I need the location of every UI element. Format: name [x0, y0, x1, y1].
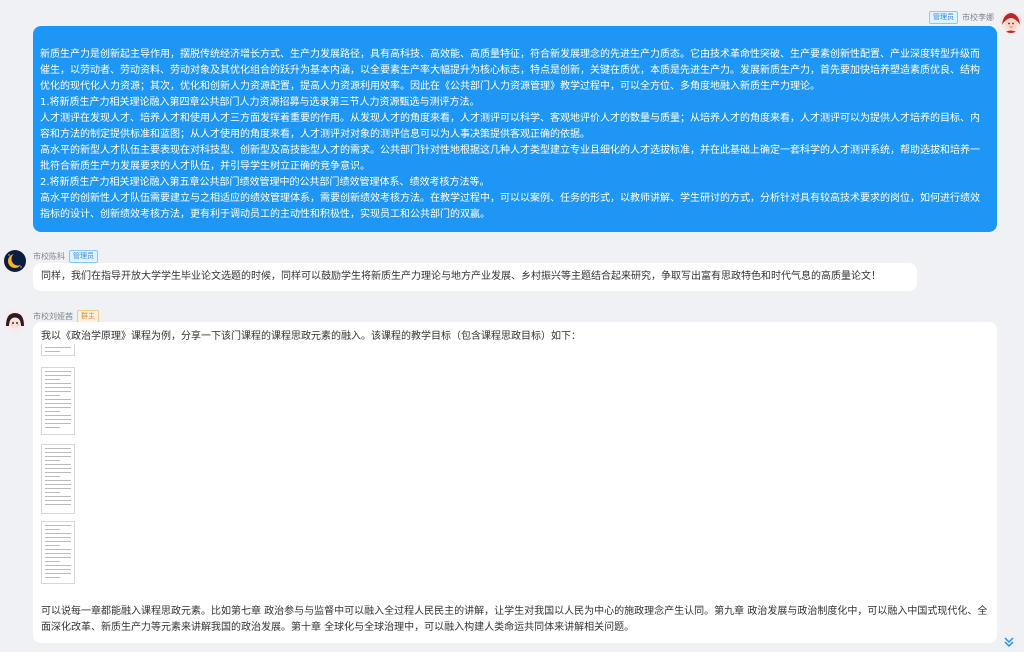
admin-badge: 管理员	[69, 250, 98, 263]
document-image[interactable]	[41, 344, 75, 356]
message-paragraph: 高水平的新型人才队伍主要表现在对科技型、创新型及高技能型人才的需求。公共部门针对…	[40, 145, 980, 172]
message-bubble[interactable]: 新质生产力是创新起主导作用，摆脱传统经济增长方式、生产力发展路径，具有高科技、高…	[33, 26, 997, 232]
message-header: 市校陈科 管理员	[33, 250, 98, 263]
avatar[interactable]	[4, 310, 26, 332]
message-paragraph: 2.将新质生产力相关理论融入第五章公共部门绩效管理中的公共部门绩效管理体系、绩效…	[40, 177, 490, 188]
document-image[interactable]	[41, 444, 75, 514]
admin-badge: 管理员	[929, 11, 958, 24]
double-chevron-down-icon[interactable]	[1002, 636, 1016, 650]
message-intro: 我以《政治学原理》课程为例，分享一下该门课程的课程思政元素的融入。该课程的教学目…	[41, 331, 581, 342]
sender-name[interactable]: 市校刘娅茜	[33, 311, 73, 322]
message-header: 管理员 市校李娜	[929, 11, 994, 24]
sender-name[interactable]: 市校陈科	[33, 251, 65, 262]
document-image[interactable]	[41, 367, 75, 435]
document-image[interactable]	[41, 521, 75, 584]
sender-name[interactable]: 市校李娜	[962, 12, 994, 23]
message-bubble[interactable]: 同样，我们在指导开放大学学生毕业论文选题的时候，同样可以鼓励学生将新质生产力理论…	[33, 263, 917, 291]
message-paragraph: 新质生产力是创新起主导作用，摆脱传统经济增长方式、生产力发展路径，具有高科技、高…	[40, 49, 980, 92]
message-paragraph: 1.将新质生产力相关理论融入第四章公共部门人力资源招募与选录第三节人力资源甄选与…	[40, 97, 480, 108]
avatar[interactable]	[4, 250, 26, 272]
avatar[interactable]	[1000, 11, 1022, 33]
message-outro: 可以说每一章都能融入课程思政元素。比如第七章 政治参与与监督中可以融入全过程人民…	[41, 606, 988, 633]
message-paragraph: 高水平的创新性人才队伍需要建立与之相适应的绩效管理体系，需要创新绩效考核方法。在…	[40, 193, 980, 220]
message-paragraph: 人才测评在发现人才、培养人才和使用人才三方面发挥着重要的作用。从发现人才的角度来…	[40, 113, 980, 140]
message-bubble[interactable]: 我以《政治学原理》课程为例，分享一下该门课程的课程思政元素的融入。该课程的教学目…	[33, 322, 997, 643]
